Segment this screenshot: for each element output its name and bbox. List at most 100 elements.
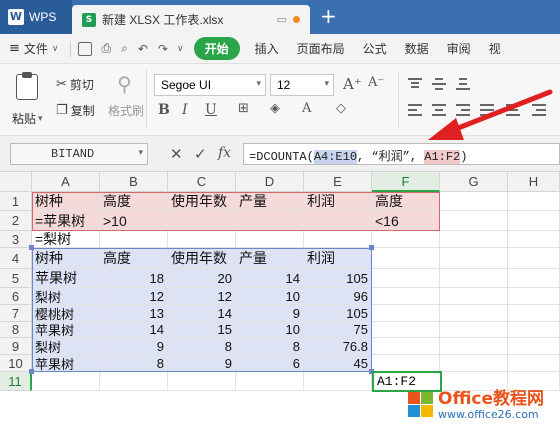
font-size-select[interactable]: 12 ▾	[270, 74, 334, 96]
copy-button[interactable]: ❐ 复制	[56, 102, 95, 119]
database-cell[interactable]: 20	[168, 269, 236, 288]
range-handle[interactable]	[369, 245, 374, 250]
print-icon[interactable]: ⎙	[102, 41, 112, 56]
cell[interactable]	[372, 288, 440, 305]
tab-data[interactable]: 数据	[396, 40, 438, 57]
fill-color-icon[interactable]: ◈	[270, 101, 280, 116]
cell[interactable]	[236, 372, 304, 391]
column-header-b[interactable]: B	[100, 172, 168, 192]
row-header-2[interactable]: 2	[0, 211, 32, 231]
database-cell[interactable]: 8	[100, 355, 168, 372]
tab-view[interactable]: 视	[480, 40, 510, 57]
cell[interactable]	[100, 231, 168, 248]
column-header-h[interactable]: H	[508, 172, 560, 192]
row-header-3[interactable]: 3	[0, 231, 32, 248]
cell[interactable]	[440, 211, 508, 231]
database-cell[interactable]: 苹果树	[32, 269, 100, 288]
select-all-corner[interactable]	[0, 172, 32, 192]
cell[interactable]	[372, 305, 440, 322]
quick-access-dropdown-icon[interactable]: ∨	[177, 44, 184, 54]
criteria-header-cell[interactable]: 产量	[236, 192, 304, 211]
cell[interactable]	[236, 231, 304, 248]
database-header-cell[interactable]: 使用年数	[168, 248, 236, 269]
criteria-header-cell[interactable]: 使用年数	[168, 192, 236, 211]
row-header-9[interactable]: 9	[0, 338, 32, 355]
save-icon[interactable]	[77, 41, 92, 56]
decrease-font-icon[interactable]: A⁻	[368, 75, 384, 90]
cell[interactable]	[100, 372, 168, 391]
database-cell[interactable]: 10	[236, 288, 304, 305]
tab-window-icon[interactable]: ▭	[277, 13, 287, 26]
database-cell[interactable]: 76.8	[304, 338, 372, 355]
cell[interactable]	[440, 338, 508, 355]
database-cell[interactable]: 13	[100, 305, 168, 322]
database-cell[interactable]: 12	[168, 288, 236, 305]
cell[interactable]	[508, 269, 560, 288]
database-cell[interactable]: 45	[304, 355, 372, 372]
cell[interactable]	[372, 355, 440, 372]
cut-button[interactable]: ✂ 剪切	[56, 76, 94, 93]
format-painter-button[interactable]: ⚲ 格式刷	[108, 72, 144, 119]
cell[interactable]	[440, 355, 508, 372]
database-cell[interactable]: 14	[100, 322, 168, 338]
database-cell[interactable]: 梨树	[32, 288, 100, 305]
tab-start[interactable]: 开始	[193, 37, 240, 60]
confirm-formula-icon[interactable]: ✓	[194, 145, 207, 163]
cell[interactable]	[508, 248, 560, 269]
range-handle[interactable]	[29, 245, 34, 250]
column-header-a[interactable]: A	[32, 172, 100, 192]
criteria-value-cell[interactable]: >10	[100, 211, 168, 231]
tab-formulas[interactable]: 公式	[354, 40, 396, 57]
cell[interactable]	[372, 322, 440, 338]
cell[interactable]	[304, 231, 372, 248]
database-cell[interactable]: 105	[304, 305, 372, 322]
cancel-formula-icon[interactable]: ✕	[170, 145, 183, 163]
cell[interactable]	[304, 372, 372, 391]
row-header-10[interactable]: 10	[0, 355, 32, 372]
increase-font-icon[interactable]: A⁺	[343, 75, 362, 93]
row-header-4[interactable]: 4	[0, 248, 32, 269]
criteria-header-cell[interactable]: 高度	[100, 192, 168, 211]
tab-page-layout[interactable]: 页面布局	[288, 40, 354, 57]
range-handle[interactable]	[29, 369, 34, 374]
database-cell[interactable]: 10	[236, 322, 304, 338]
cell[interactable]	[168, 231, 236, 248]
cell[interactable]	[440, 305, 508, 322]
document-tab[interactable]: S 新建 XLSX 工作表.xlsx ▭	[72, 5, 310, 34]
criteria-header-cell[interactable]: 树种	[32, 192, 100, 211]
cell[interactable]	[440, 322, 508, 338]
font-color-icon[interactable]: A	[302, 101, 311, 116]
cell[interactable]	[508, 338, 560, 355]
criteria-value-cell[interactable]: =苹果树	[32, 211, 100, 231]
criteria-value-cell[interactable]	[236, 211, 304, 231]
cell[interactable]	[168, 372, 236, 391]
bold-button[interactable]: B	[158, 102, 170, 118]
row-header-8[interactable]: 8	[0, 322, 32, 338]
cell[interactable]	[372, 338, 440, 355]
cell[interactable]	[32, 372, 100, 391]
column-header-d[interactable]: D	[236, 172, 304, 192]
database-cell[interactable]: 15	[168, 322, 236, 338]
criteria-value-cell[interactable]	[168, 211, 236, 231]
criteria-value-cell[interactable]: =梨树	[32, 231, 100, 248]
cell[interactable]	[440, 269, 508, 288]
paste-dropdown[interactable]: 粘贴 ▾	[12, 110, 43, 127]
column-header-f[interactable]: F	[372, 172, 440, 192]
borders-icon[interactable]: ⊞	[238, 101, 249, 116]
database-cell[interactable]: 9	[100, 338, 168, 355]
database-cell[interactable]: 苹果树	[32, 355, 100, 372]
database-header-cell[interactable]: 利润	[304, 248, 372, 269]
cell[interactable]	[508, 211, 560, 231]
cell[interactable]	[508, 231, 560, 248]
cell[interactable]	[508, 192, 560, 211]
database-header-cell[interactable]: 高度	[100, 248, 168, 269]
cell[interactable]	[508, 322, 560, 338]
row-header-1[interactable]: 1	[0, 192, 32, 211]
name-box[interactable]: BITAND ▾	[10, 143, 148, 165]
tab-insert[interactable]: 插入	[246, 40, 288, 57]
cell[interactable]	[508, 355, 560, 372]
underline-button[interactable]: U	[205, 102, 217, 118]
database-cell[interactable]: 14	[168, 305, 236, 322]
undo-icon[interactable]: ↶	[138, 42, 148, 56]
redo-icon[interactable]: ↷	[158, 42, 168, 56]
